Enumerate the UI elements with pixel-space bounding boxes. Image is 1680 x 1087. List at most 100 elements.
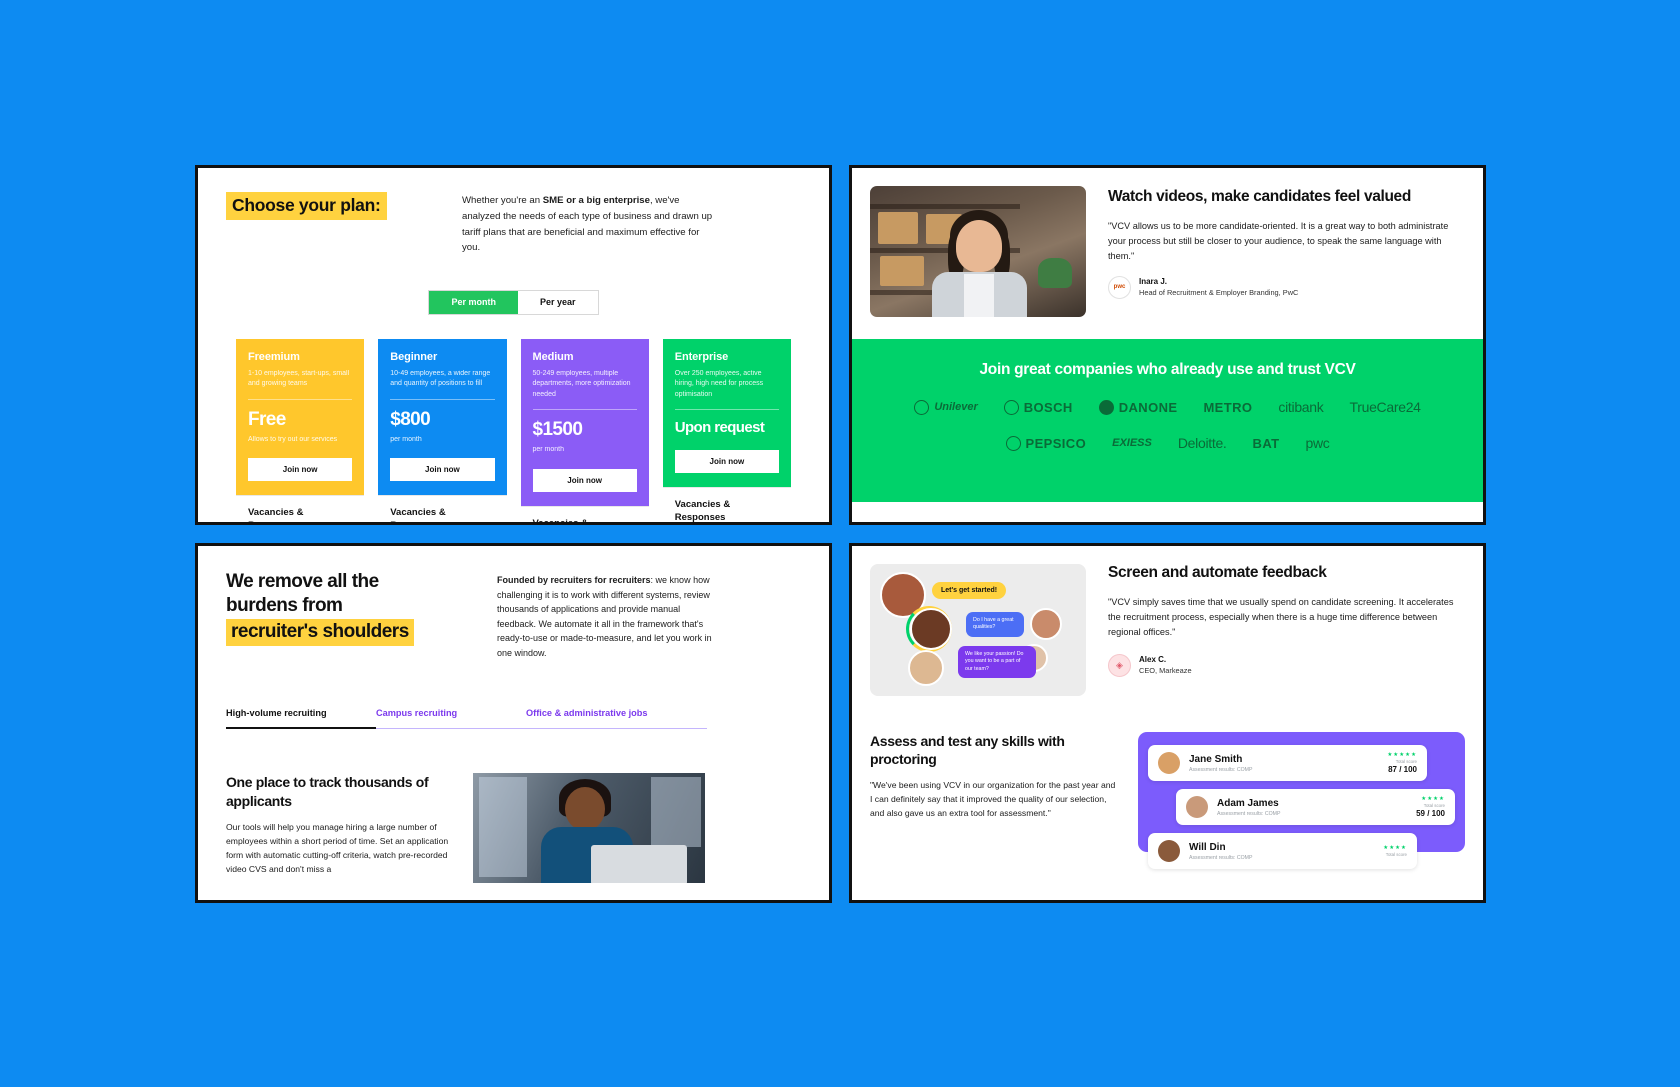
plan-card-beginner[interactable]: Beginner 10-49 employees, a wider range … — [378, 339, 507, 522]
plan-card-header: Enterprise Over 250 employees, active hi… — [662, 339, 791, 487]
video-panel-author: pwc Inara J. Head of Recruitment & Emplo… — [1108, 275, 1461, 299]
candidate-subtitle: Assessment results: COMP — [1217, 810, 1281, 817]
avatar — [1158, 840, 1180, 862]
join-now-button[interactable]: Join now — [674, 449, 779, 473]
plan-price-note: per month — [532, 445, 565, 453]
plan-price-note: Allows to try out our services — [248, 435, 338, 443]
plan-list: Freemium 1-10 employees, start-ups, smal… — [226, 339, 801, 522]
assess-title: Assess and test any skills with proctori… — [870, 733, 1065, 768]
logo-danone: DANONE — [1098, 399, 1178, 415]
candidate-name: Will Din — [1189, 841, 1226, 853]
burdens-description-rest: : we know how challenging it is to work … — [497, 575, 712, 658]
pricing-title-col: Choose your plan: — [226, 190, 436, 220]
candidate-score: 87 / 100 — [1388, 765, 1417, 774]
logo-deloitte: Deloitte. — [1177, 435, 1227, 451]
video-testimonial-panel: Watch videos, make candidates feel value… — [849, 165, 1486, 525]
avatar — [910, 608, 952, 650]
billing-period-toggle[interactable]: Per month Per year — [428, 290, 599, 316]
pepsico-mark-icon — [1005, 435, 1021, 451]
plan-card-enterprise[interactable]: Enterprise Over 250 employees, active hi… — [662, 339, 791, 522]
logo-truecare24: TrueCare24 — [1349, 399, 1421, 415]
author-role: CEO, Markeaze — [1139, 666, 1192, 676]
author-role: Head of Recruitment & Employer Branding,… — [1139, 288, 1299, 298]
join-now-button[interactable]: Join now — [390, 458, 495, 482]
score-label: Total score — [1385, 851, 1407, 857]
join-now-button[interactable]: Join now — [532, 468, 637, 492]
burdens-title-line1: We remove all the — [226, 571, 379, 592]
list-item[interactable]: Will Din Assessment results: COMP ★★★★ T… — [1148, 833, 1417, 869]
logo-bosch: BOSCH — [1003, 399, 1073, 415]
page-root: Choose your plan: Whether you're an SME … — [0, 0, 1680, 1087]
logo-metro: METRO — [1203, 399, 1253, 415]
plan-card-freemium[interactable]: Freemium 1-10 employees, start-ups, smal… — [236, 339, 365, 522]
recruiting-tabs: High-volume recruiting Campus recruiting… — [226, 708, 801, 730]
logo-unilever: Unilever — [914, 399, 978, 415]
author-name: Alex C. — [1139, 655, 1167, 665]
toggle-per-month[interactable]: Per month — [429, 291, 518, 315]
divider — [390, 398, 495, 400]
plan-price: Free — [248, 408, 286, 430]
screen-panel-title: Screen and automate feedback — [1108, 564, 1327, 581]
avatar: ◈ — [1108, 653, 1131, 677]
burdens-title: We remove all the burdens from recruiter… — [226, 570, 471, 660]
video-panel-quote: "VCV allows us to be more candidate-orie… — [1108, 220, 1449, 261]
logo-exiess: EXIESS — [1112, 437, 1152, 449]
logo-row-2: PEPSICO EXIESS Deloitte. BAT pwc — [870, 435, 1465, 451]
plan-audience: Over 250 employees, active hiring, high … — [674, 370, 764, 398]
page-title: Choose your plan: — [226, 192, 387, 220]
track-description: Our tools will help you manage hiring a … — [226, 821, 449, 874]
pricing-description-bold: SME or a big enterprise — [542, 195, 650, 206]
tab-campus-recruiting[interactable]: Campus recruiting — [376, 708, 526, 730]
avatar — [1186, 796, 1208, 818]
screen-automate-panel: Let's get started! Do I have a great qua… — [849, 543, 1486, 903]
plan-audience: 1-10 employees, start-ups, small and gro… — [248, 370, 350, 388]
plan-name: Beginner — [390, 351, 438, 364]
chat-illustration: Let's get started! Do I have a great qua… — [870, 564, 1086, 696]
plan-name: Medium — [532, 351, 574, 364]
plan-name: Enterprise — [674, 351, 729, 364]
score-label: Total score — [1423, 803, 1445, 808]
plan-card-header: Freemium 1-10 employees, start-ups, smal… — [236, 339, 365, 496]
plan-price: $1500 — [532, 418, 583, 440]
tab-high-volume-recruiting[interactable]: High-volume recruiting — [226, 708, 376, 730]
plan-price-note: per month — [390, 435, 422, 443]
avatar — [1158, 752, 1180, 774]
applicants-photo — [473, 773, 705, 884]
assess-description: "We've been using VCV in our organizatio… — [870, 780, 1116, 819]
plan-card-medium[interactable]: Medium 50-249 employees, multiple depart… — [520, 339, 649, 522]
candidate-subtitle: Assessment results: COMP — [1189, 854, 1253, 861]
trusted-companies-band: Join great companies who already use and… — [852, 339, 1483, 502]
pricing-panel: Choose your plan: Whether you're an SME … — [195, 165, 832, 525]
avatar — [908, 650, 944, 686]
burdens-title-line2: burdens from — [226, 595, 343, 617]
candidate-subtitle: Assessment results: COMP — [1189, 766, 1253, 773]
rating-stars-icon: ★★★★ — [1421, 796, 1445, 802]
bosch-mark-icon — [1003, 399, 1019, 415]
burdens-description: Founded by recruiters for recruiters: we… — [497, 570, 712, 660]
rating-stars-icon: ★★★★★ — [1387, 752, 1417, 758]
plan-audience: 10-49 employees, a wider range and quant… — [390, 370, 491, 388]
chat-bubble-blue: Do I have a great qualities? — [966, 612, 1024, 637]
plan-price: Upon request — [674, 418, 765, 436]
join-now-button[interactable]: Join now — [248, 458, 353, 482]
screen-panel-quote: "VCV simply saves time that we usually s… — [1108, 596, 1454, 637]
candidate-scores-card: Jane Smith Assessment results: COMP ★★★★… — [1138, 732, 1465, 869]
video-panel-title: Watch videos, make candidates feel value… — [1108, 188, 1411, 205]
track-title: One place to track thousands of applican… — [226, 774, 429, 809]
list-item[interactable]: Adam James Assessment results: COMP ★★★★… — [1176, 789, 1455, 825]
rating-stars-icon: ★★★★ — [1383, 844, 1407, 851]
score-label: Total score — [1395, 759, 1417, 764]
screen-panel-author: ◈ Alex C. CEO, Markeaze — [1108, 653, 1461, 677]
plan-price: $800 — [390, 408, 431, 430]
plan-card-header: Beginner 10-49 employees, a wider range … — [378, 339, 507, 496]
logo-bat: BAT — [1252, 435, 1280, 451]
list-item[interactable]: Jane Smith Assessment results: COMP ★★★★… — [1148, 745, 1427, 781]
tab-office-administrative-jobs[interactable]: Office & administrative jobs — [526, 708, 707, 730]
video-thumbnail[interactable] — [870, 186, 1086, 317]
plan-card-header: Medium 50-249 employees, multiple depart… — [520, 339, 649, 506]
logo-pwc: pwc — [1305, 435, 1330, 451]
author-name: Inara J. — [1139, 277, 1168, 287]
logo-pepsico: PEPSICO — [1005, 435, 1087, 451]
plan-feature-label: Vacancies & Responses — [662, 486, 791, 522]
toggle-per-year[interactable]: Per year — [518, 291, 598, 314]
